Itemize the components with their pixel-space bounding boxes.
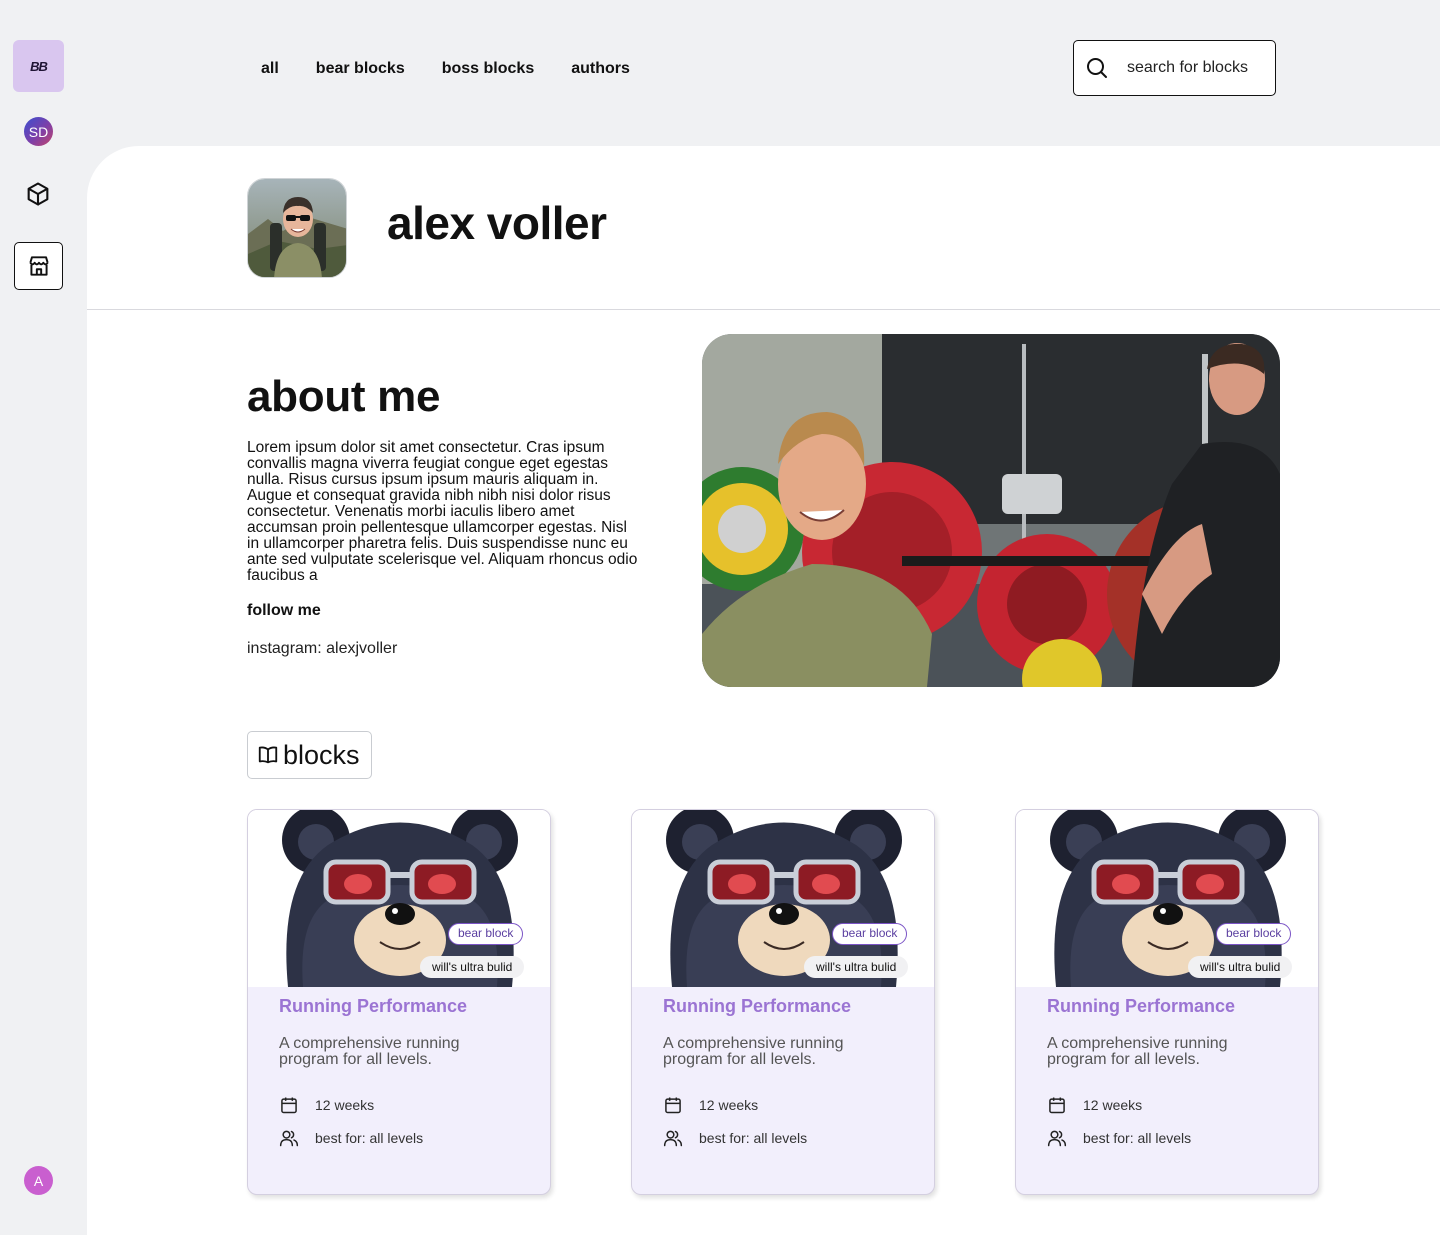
block-duration: 12 weeks — [663, 1095, 758, 1115]
build-name-badge: will's ultra bulid — [1188, 956, 1293, 978]
block-title[interactable]: Running Performance — [1047, 996, 1235, 1017]
about-body: Lorem ipsum dolor sit amet consectetur. … — [247, 439, 638, 584]
audience-label: best for: all levels — [1083, 1130, 1192, 1146]
bear-block-image: bear block will's ultra bulid — [1016, 810, 1318, 987]
author-name: alex voller — [387, 197, 607, 249]
follow-heading: follow me — [247, 602, 321, 619]
bear-block-image: bear block will's ultra bulid — [248, 810, 550, 987]
block-type-badge: bear block — [1216, 923, 1292, 945]
block-description: A comprehensive running program for all … — [279, 1035, 460, 1068]
block-type-badge: bear block — [448, 923, 524, 945]
store-icon — [28, 256, 49, 276]
block-card[interactable]: bear block will's ultra bulid Running Pe… — [631, 809, 935, 1195]
nav-link-boss-blocks[interactable]: boss blocks — [442, 59, 534, 79]
block-title[interactable]: Running Performance — [663, 996, 851, 1017]
header-divider — [87, 309, 1440, 310]
audience-label: best for: all levels — [315, 1130, 424, 1146]
calendar-icon — [665, 1097, 681, 1114]
search-button[interactable]: search for blocks — [1073, 40, 1276, 96]
about-title: about me — [247, 372, 441, 421]
brand-logo[interactable]: BB — [13, 40, 64, 92]
blocks-section-label: blocks — [247, 731, 372, 779]
block-title[interactable]: Running Performance — [279, 996, 467, 1017]
block-type-badge: bear block — [832, 923, 908, 945]
instagram-handle[interactable]: instagram: alexjvoller — [247, 640, 397, 658]
build-name-badge: will's ultra bulid — [804, 956, 909, 978]
block-audience: best for: all levels — [279, 1128, 423, 1148]
category-nav: all bear blocks boss blocks authors — [261, 59, 630, 79]
box-icon[interactable] — [24, 180, 52, 208]
calendar-icon — [1049, 1097, 1065, 1114]
search-icon — [1087, 58, 1107, 78]
duration-label: 12 weeks — [1083, 1097, 1143, 1113]
author-avatar — [247, 178, 347, 278]
nav-link-all[interactable]: all — [261, 59, 279, 79]
build-name-badge: will's ultra bulid — [420, 956, 525, 978]
block-audience: best for: all levels — [1047, 1128, 1191, 1148]
duration-label: 12 weeks — [315, 1097, 375, 1113]
duration-label: 12 weeks — [699, 1097, 759, 1113]
block-description: A comprehensive running program for all … — [663, 1035, 844, 1068]
nav-link-authors[interactable]: authors — [571, 59, 630, 79]
search-label: search for blocks — [1127, 59, 1248, 76]
blocks-section-title: blocks — [283, 739, 360, 770]
block-duration: 12 weeks — [279, 1095, 374, 1115]
bear-block-image: bear block will's ultra bulid — [632, 810, 934, 987]
users-icon — [279, 1130, 299, 1147]
block-card[interactable]: bear block will's ultra bulid Running Pe… — [1015, 809, 1319, 1195]
users-icon — [663, 1130, 683, 1147]
profile-avatar-button[interactable]: SD — [24, 117, 53, 146]
author-profile-panel: alex voller about me Lorem ipsum dolor s… — [87, 146, 1440, 1235]
store-button[interactable] — [14, 242, 63, 290]
book-icon — [258, 746, 278, 764]
nav-link-bear-blocks[interactable]: bear blocks — [316, 59, 405, 79]
block-audience: best for: all levels — [663, 1128, 807, 1148]
audience-label: best for: all levels — [699, 1130, 808, 1146]
users-icon — [1047, 1130, 1067, 1147]
calendar-icon — [281, 1097, 297, 1114]
sidebar: BB SD A — [0, 0, 87, 1235]
block-card[interactable]: bear block will's ultra bulid Running Pe… — [247, 809, 551, 1195]
user-avatar-button[interactable]: A — [24, 1166, 53, 1195]
hero-photo — [702, 334, 1280, 687]
block-description: A comprehensive running program for all … — [1047, 1035, 1228, 1068]
block-duration: 12 weeks — [1047, 1095, 1142, 1115]
